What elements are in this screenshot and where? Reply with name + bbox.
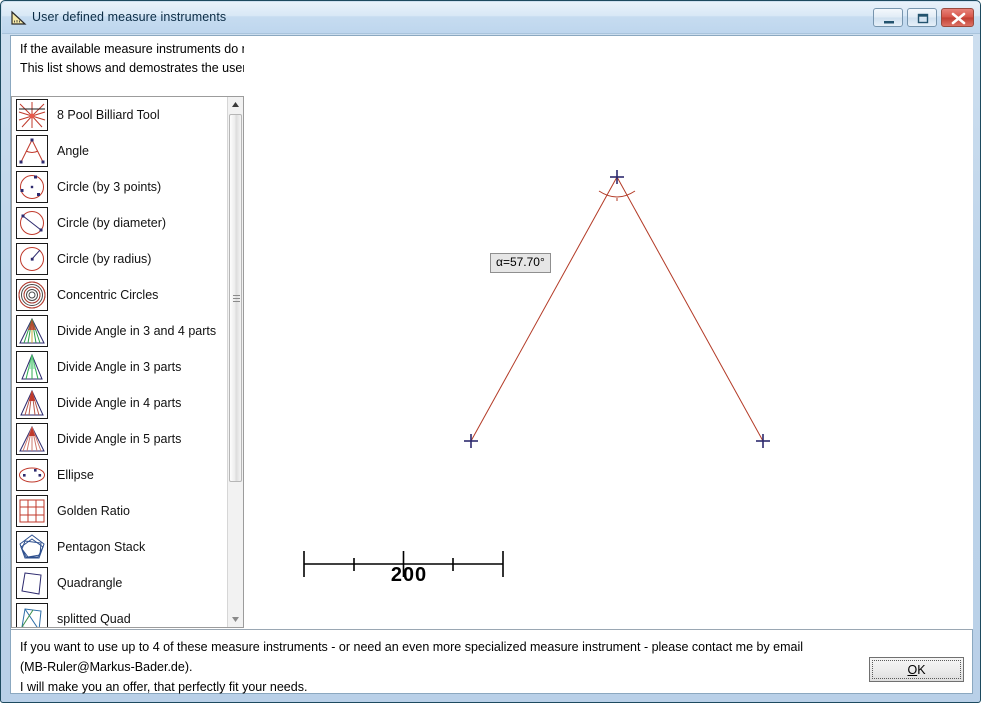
list-item[interactable]: Divide Angle in 3 parts [12,349,228,385]
list-item[interactable]: 8 Pool Billiard Tool [12,97,228,133]
list-item[interactable]: Divide Angle in 5 parts [12,421,228,457]
ok-label-rest: K [917,662,926,677]
scrollbar-thumb[interactable] [229,114,242,482]
scroll-up-arrow-icon[interactable] [228,97,243,113]
angle-value-label: α=57.70° [490,253,551,273]
scale-bar-value: 200 [390,564,428,586]
list-item[interactable]: Ellipse [12,457,228,493]
divide-angle-5-icon [16,423,48,455]
title-bar[interactable]: User defined measure instruments [2,2,980,34]
circle-3-points-icon [16,171,48,203]
list-item[interactable]: Divide Angle in 3 and 4 parts [12,313,228,349]
list-item-label: Divide Angle in 3 parts [57,360,182,374]
list-item[interactable]: Pentagon Stack [12,529,228,565]
divide-angle-3-and-4-icon [16,315,48,347]
footer-line-2: (MB-Ruler@Markus-Bader.de). [20,660,193,674]
list-item[interactable]: Quadrangle [12,565,228,601]
circle-diameter-icon [16,207,48,239]
list-item[interactable]: Circle (by 3 points) [12,169,228,205]
pentagon-stack-icon [16,531,48,563]
instrument-preview: α=57.70° 200 [244,36,973,629]
list-scrollbar[interactable] [227,97,243,627]
ruler-triangle-icon [10,9,28,27]
close-button[interactable] [941,8,974,27]
list-item-label: Divide Angle in 4 parts [57,396,182,410]
list-item-label: Circle (by diameter) [57,216,167,230]
footer-text: If you want to use up to 4 of these meas… [20,637,860,697]
instrument-list[interactable]: 8 Pool Billiard Tool Angle Circle (by 3 … [11,96,244,628]
list-item-label: Concentric Circles [57,288,159,302]
ok-button-label: OK [872,660,961,679]
list-item-label: Quadrangle [57,576,123,590]
billiard-star-icon [16,99,48,131]
list-item-label: Circle (by radius) [57,252,152,266]
scroll-down-arrow-icon[interactable] [228,611,243,627]
window-title: User defined measure instruments [32,10,227,24]
footer-line-1: If you want to use up to 4 of these meas… [20,640,804,654]
ok-button[interactable]: OK [869,657,964,682]
list-item-label: Divide Angle in 3 and 4 parts [57,324,217,338]
scrollbar-grip-icon [233,295,240,302]
list-item[interactable]: Circle (by radius) [12,241,228,277]
list-item-label: Angle [57,144,89,158]
footer-line-3: I will make you an offer, that perfectly… [20,680,308,694]
instrument-list-viewport: 8 Pool Billiard Tool Angle Circle (by 3 … [12,97,228,627]
client-area: If the available measure instruments do … [10,35,973,694]
dialog-window: User defined measure instruments If the … [0,0,981,703]
list-item-label: 8 Pool Billiard Tool [57,108,160,122]
divide-angle-4-icon [16,387,48,419]
list-item-label: Pentagon Stack [57,540,146,554]
quadrangle-icon [16,567,48,599]
list-item[interactable]: Golden Ratio [12,493,228,529]
golden-ratio-icon [16,495,48,527]
list-item[interactable]: splitted Quad [12,601,228,627]
ellipse-icon [16,459,48,491]
divide-angle-3-icon [16,351,48,383]
ok-accel-letter: O [907,662,918,677]
list-item[interactable]: Concentric Circles [12,277,228,313]
list-item-label: Divide Angle in 5 parts [57,432,182,446]
angle-preview-drawing [303,170,770,577]
list-item-label: Ellipse [57,468,94,482]
list-item-label: splitted Quad [57,612,131,626]
angle-icon [16,135,48,167]
concentric-circles-icon [16,279,48,311]
list-item[interactable]: Angle [12,133,228,169]
maximize-button[interactable] [907,8,937,27]
splitted-quad-icon [16,603,48,627]
minimize-button[interactable] [873,8,903,27]
list-item-label: Circle (by 3 points) [57,180,162,194]
footer-separator [11,629,972,630]
list-item[interactable]: Divide Angle in 4 parts [12,385,228,421]
list-item[interactable]: Circle (by diameter) [12,205,228,241]
list-item-label: Golden Ratio [57,504,130,518]
circle-radius-icon [16,243,48,275]
